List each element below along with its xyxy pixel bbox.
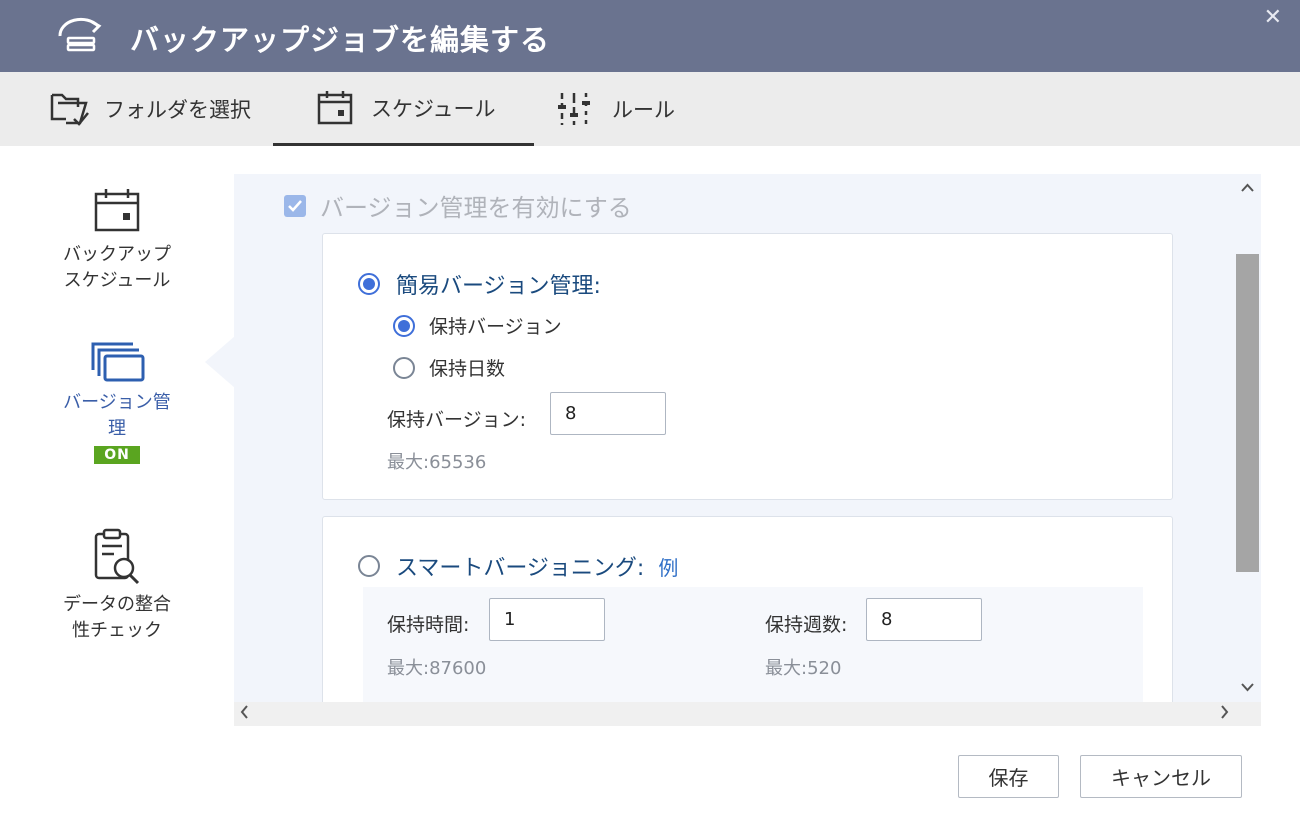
vertical-scrollbar[interactable] — [1234, 174, 1261, 702]
simple-versioning-label: 簡易バージョン管理: — [396, 274, 601, 299]
close-button[interactable]: ✕ — [1264, 6, 1282, 30]
keep-hours-label: 保持時間: — [387, 614, 470, 636]
side-item-data-integrity-check[interactable]: データの整合 性チェック — [0, 528, 234, 644]
smart-versioning-card: スマートバージョニング: 例 保持時間: 1 最大:87600 保持週数: 8 … — [322, 516, 1173, 702]
example-link[interactable]: 例 — [658, 552, 678, 581]
smart-versioning-radio[interactable] — [358, 555, 380, 577]
window-title: バックアップジョブを編集する — [130, 23, 551, 57]
cancel-button[interactable]: キャンセル — [1080, 755, 1242, 798]
side-item-version-management[interactable]: バージョン管 理 ON — [0, 338, 234, 464]
smart-versioning-radio-row[interactable]: スマートバージョニング: 例 — [358, 550, 678, 582]
keep-hours-input[interactable]: 1 — [489, 598, 605, 641]
side-item-label: バックアップ スケジュール — [63, 244, 171, 291]
smart-versioning-settings — [363, 587, 1143, 702]
folder-check-icon — [50, 93, 89, 126]
versions-icon — [91, 342, 145, 382]
keep-hours-max-hint: 最大:87600 — [387, 658, 487, 679]
simple-versioning-radio[interactable] — [358, 273, 380, 295]
tab-label: スケジュール — [371, 96, 496, 121]
scroll-up-icon[interactable] — [1241, 180, 1254, 196]
keep-versions-radio[interactable] — [393, 314, 415, 337]
option-keep-days[interactable]: 保持日数 — [393, 354, 505, 381]
save-button[interactable]: 保存 — [958, 755, 1059, 798]
keep-days-radio[interactable] — [393, 356, 415, 379]
version-settings-panel: バージョン管理を有効にする 簡易バージョン管理: 保持バージョン 保持日数 保持… — [234, 174, 1234, 702]
calendar-icon — [317, 90, 353, 124]
option-keep-versions[interactable]: 保持バージョン — [393, 312, 562, 339]
tab-bar: フォルダを選択 スケジュール ルール — [0, 72, 1300, 146]
side-item-backup-schedule[interactable]: バックアップ スケジュール — [0, 186, 234, 294]
sliders-icon — [558, 93, 590, 125]
enable-versioning-checkbox[interactable] — [284, 194, 306, 217]
enable-versioning-label: バージョン管理を有効にする — [320, 194, 632, 222]
keep-versions-field-label: 保持バージョン: — [387, 409, 527, 431]
keep-weeks-max-hint: 最大:520 — [765, 658, 842, 679]
keep-weeks-label: 保持週数: — [765, 614, 848, 636]
document-search-icon — [94, 528, 140, 585]
enable-versioning-row[interactable]: バージョン管理を有効にする — [284, 188, 632, 223]
simple-versioning-radio-row[interactable]: 簡易バージョン管理: — [358, 268, 601, 300]
keep-versions-input[interactable]: 8 — [550, 392, 666, 435]
tab-label: フォルダを選択 — [104, 98, 251, 122]
scroll-left-icon[interactable] — [240, 703, 249, 724]
tab-rule[interactable]: ルール — [556, 72, 675, 146]
title-bar: バックアップジョブを編集する ✕ — [0, 0, 1300, 72]
check-icon — [288, 199, 302, 212]
side-item-label: バージョン管 理 — [63, 392, 171, 439]
keep-versions-label: 保持バージョン — [429, 316, 562, 338]
horizontal-scrollbar[interactable] — [234, 702, 1261, 726]
keep-days-label: 保持日数 — [429, 358, 506, 380]
keep-versions-max-hint: 最大:65536 — [387, 452, 487, 473]
side-item-label: データの整合 性チェック — [63, 594, 171, 641]
calendar-icon — [94, 189, 140, 232]
scrollbar-thumb[interactable] — [1236, 254, 1259, 572]
tab-select-folder[interactable]: フォルダを選択 — [48, 72, 251, 146]
scroll-down-icon[interactable] — [1241, 680, 1254, 696]
tab-schedule[interactable]: スケジュール — [273, 72, 534, 146]
scroll-right-icon[interactable] — [1220, 703, 1229, 724]
smart-versioning-label: スマートバージョニング: — [396, 556, 645, 581]
backup-job-icon — [58, 17, 102, 52]
simple-versioning-card: 簡易バージョン管理: 保持バージョン 保持日数 保持バージョン: 8 最大:65… — [322, 233, 1173, 500]
tab-label: ルール — [612, 98, 675, 122]
keep-weeks-input[interactable]: 8 — [866, 598, 982, 641]
side-navigation: バックアップ スケジュール バージョン管 理 ON データの整合 性チェック — [0, 146, 234, 726]
status-badge: ON — [94, 446, 140, 464]
selection-pointer — [205, 336, 235, 388]
